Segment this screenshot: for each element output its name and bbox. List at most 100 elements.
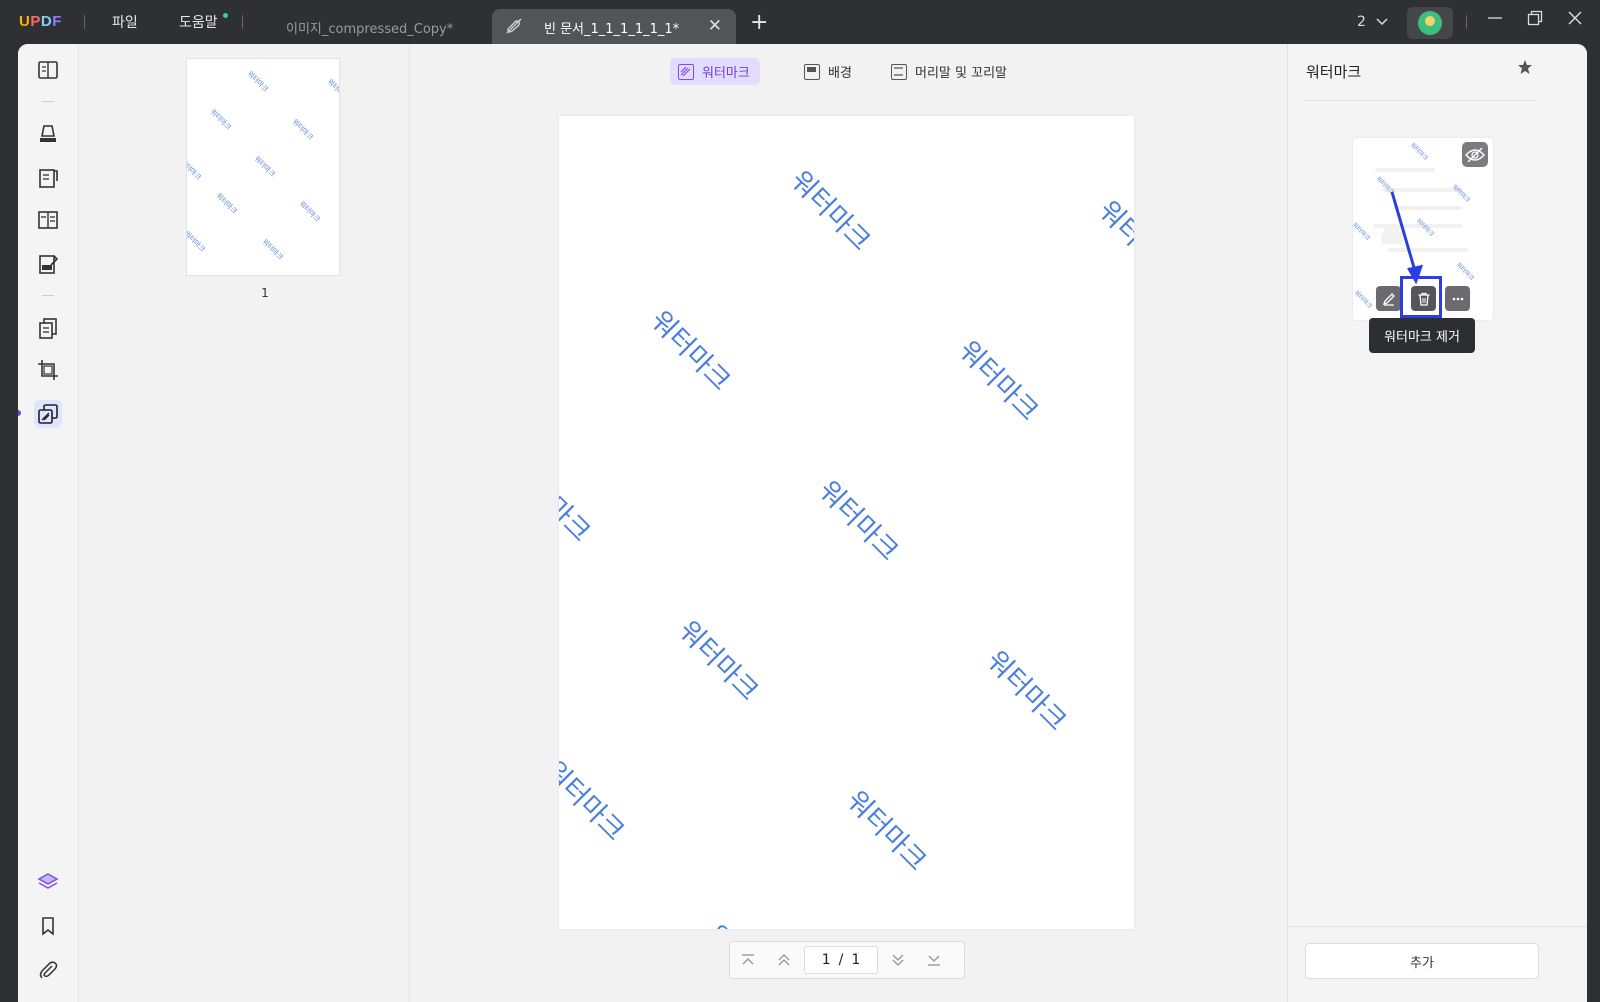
thumbnail-panel: 워터마크 워터마크 워터마크 워터마크 워터마크 워터마크 워터마크 워터마크 … xyxy=(80,44,410,1002)
attachment-icon[interactable] xyxy=(34,956,62,984)
page-separator: / xyxy=(838,952,844,968)
active-indicator xyxy=(18,410,21,416)
watermark-text: 워터마크 xyxy=(840,784,933,878)
card-watermark: 워터마크 xyxy=(1454,261,1476,282)
close-window-icon[interactable] xyxy=(1567,10,1583,31)
tab-watermark[interactable]: 워터마크 xyxy=(670,58,760,85)
star-icon[interactable] xyxy=(1517,59,1533,80)
pencil-icon xyxy=(1382,292,1395,306)
thumbnail-watermark: 워터마크 xyxy=(214,191,239,216)
annotation-highlight xyxy=(1400,276,1442,318)
thumbnail-watermark: 워터마크 xyxy=(260,237,285,262)
page-thumbnail[interactable]: 워터마크 워터마크 워터마크 워터마크 워터마크 워터마크 워터마크 워터마크 … xyxy=(186,58,340,276)
app-logo[interactable]: UPDF xyxy=(19,13,62,30)
tab-label: 빈 문서_1_1_1_1_1_1* xyxy=(544,22,680,37)
new-tab-button[interactable]: + xyxy=(750,10,768,35)
watermark-text: 워터마크 xyxy=(699,914,797,929)
eye-off-icon xyxy=(1465,147,1485,162)
chevron-down-icon xyxy=(1376,14,1388,30)
hide-watermark-button[interactable] xyxy=(1462,142,1488,167)
watermark-text: 워터마크 xyxy=(672,614,765,708)
menu-help[interactable]: 도움말 xyxy=(179,12,218,32)
logo-letter-u: U xyxy=(19,13,31,30)
bookmark-icon[interactable] xyxy=(34,912,62,940)
menu-file[interactable]: 파일 xyxy=(112,12,138,32)
close-tab-icon[interactable]: ✕ xyxy=(708,16,722,36)
background-icon xyxy=(804,63,820,80)
tab-header-footer-label: 머리말 및 꼬리말 xyxy=(915,66,1007,81)
next-page-icon[interactable] xyxy=(880,942,916,978)
left-toolbar xyxy=(18,44,79,1002)
watermark-text: 워터마크 xyxy=(1092,194,1134,288)
first-page-icon[interactable] xyxy=(730,942,766,978)
account-button[interactable] xyxy=(1407,7,1453,39)
window-count-label: 2 xyxy=(1357,14,1366,30)
notification-dot xyxy=(223,13,228,18)
thumbnail-watermark: 워터마크 xyxy=(290,117,315,142)
organize-pages-icon[interactable] xyxy=(34,314,62,342)
reader-icon[interactable] xyxy=(34,56,62,84)
card-watermark: 워터마크 xyxy=(1353,289,1374,310)
tab-background-label: 배경 xyxy=(828,66,852,81)
header-footer-icon xyxy=(891,63,907,80)
comment-icon[interactable] xyxy=(34,120,62,148)
watermark-text: 워터마크 xyxy=(559,754,631,848)
watermark-hidden-icon xyxy=(506,18,522,34)
layers-icon[interactable] xyxy=(34,868,62,896)
watermark-text: 워터마크 xyxy=(980,644,1073,738)
minimize-icon[interactable] xyxy=(1487,10,1503,31)
thumbnail-watermark: 워터마크 xyxy=(245,69,270,94)
document-area: 워터마크 배경 머리말 및 꼬리말 워터마크 워터마크 워터마크 워터마크 워터… xyxy=(411,44,1295,1002)
thumbnail-watermark: 워터마크 xyxy=(186,157,203,182)
logo-letter-p: P xyxy=(30,13,41,30)
thumbnail-watermark: 워터마크 xyxy=(208,107,233,132)
thumbnail-page-number: 1 xyxy=(261,286,269,300)
thumbnail-watermark: 워터마크 xyxy=(297,199,322,224)
avatar xyxy=(1418,11,1442,35)
watermark-text: 워터마크 xyxy=(644,304,737,398)
more-options-button[interactable] xyxy=(1445,286,1470,311)
watermark-text: 워터마크 xyxy=(559,455,597,549)
tab-label: 이미지_compressed_Copy* xyxy=(286,22,454,37)
previous-page-icon[interactable] xyxy=(766,942,802,978)
thumbnail-watermark: 워터마크 xyxy=(186,229,207,254)
panel-footer-divider xyxy=(1288,926,1587,927)
page-navigator: 1 / 1 xyxy=(729,941,965,979)
pdf-page[interactable]: 워터마크 워터마크 워터마크 워터마크 워터마크 워터마크 워터마크 워터마크 … xyxy=(559,116,1134,929)
logo-letter-f: F xyxy=(52,13,62,30)
watermark-text: 워터마크 xyxy=(784,164,877,258)
edit-watermark-button[interactable] xyxy=(1376,286,1401,311)
crop-icon[interactable] xyxy=(34,356,62,384)
total-pages: 1 xyxy=(851,952,861,968)
sign-icon[interactable] xyxy=(34,250,62,278)
toolbar-divider xyxy=(42,295,54,296)
tab-document-2[interactable]: 빈 문서_1_1_1_1_1_1* ✕ xyxy=(492,9,736,44)
panel-divider xyxy=(1302,100,1536,101)
tab-document-1[interactable]: 이미지_compressed_Copy* xyxy=(252,9,488,44)
card-watermark: 워터마크 xyxy=(1353,221,1372,242)
watermark-tool-icon[interactable] xyxy=(34,400,62,428)
watermark-icon xyxy=(678,63,694,80)
thumbnail-watermark: 워터마크 xyxy=(325,77,340,102)
add-watermark-button[interactable]: 추가 xyxy=(1305,943,1539,979)
form-icon[interactable] xyxy=(34,206,62,234)
page-number-input[interactable]: 1 / 1 xyxy=(804,946,878,974)
logo-letter-d: D xyxy=(40,13,53,30)
tab-background[interactable]: 배경 xyxy=(796,58,862,85)
window-count[interactable]: 2 xyxy=(1357,14,1388,30)
panel-title: 워터마크 xyxy=(1306,63,1362,81)
last-page-icon[interactable] xyxy=(916,942,952,978)
thumbnail-watermark: 워터마크 xyxy=(252,154,277,179)
watermark-panel: 워터마크 워터마크 워터마크 워터마크 워터마크 워터마크 워터마크 워터마크 xyxy=(1287,44,1587,1002)
more-icon xyxy=(1452,297,1463,300)
title-separator xyxy=(1466,15,1467,29)
current-page: 1 xyxy=(821,952,831,968)
title-separator xyxy=(84,15,85,29)
edit-pdf-icon[interactable] xyxy=(34,164,62,192)
restore-icon[interactable] xyxy=(1527,10,1543,31)
watermark-text: 워터마크 xyxy=(812,474,905,568)
remove-watermark-tooltip: 워터마크 제거 xyxy=(1369,318,1475,353)
card-watermark: 워터마크 xyxy=(1408,141,1430,162)
tab-header-footer[interactable]: 머리말 및 꼬리말 xyxy=(883,58,1017,85)
title-separator xyxy=(242,15,243,29)
